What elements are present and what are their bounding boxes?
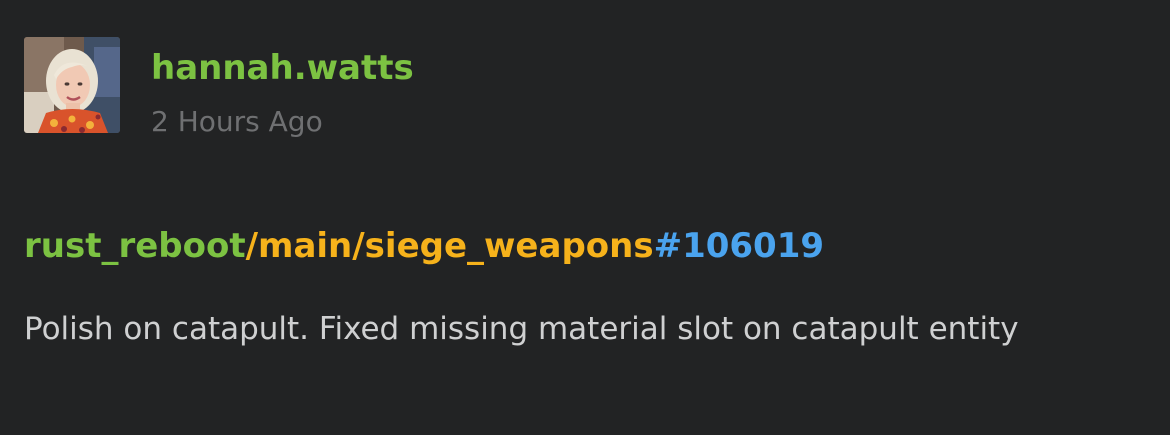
avatar-image [24,37,120,133]
commit-project[interactable]: rust_reboot [24,226,246,266]
avatar[interactable] [24,37,120,133]
commit-branch-path[interactable]: /main/siege_weapons [246,226,654,266]
commit-changelist-id[interactable]: #106019 [654,226,824,266]
commit-feed-item: hannah.watts 2 Hours Ago rust_reboot/mai… [0,0,1170,435]
commit-message: Polish on catapult. Fixed missing materi… [24,311,1019,347]
commit-reference[interactable]: rust_reboot/main/siege_weapons#106019 [24,223,824,269]
author-name[interactable]: hannah.watts [151,46,414,90]
post-timestamp: 2 Hours Ago [151,105,323,138]
